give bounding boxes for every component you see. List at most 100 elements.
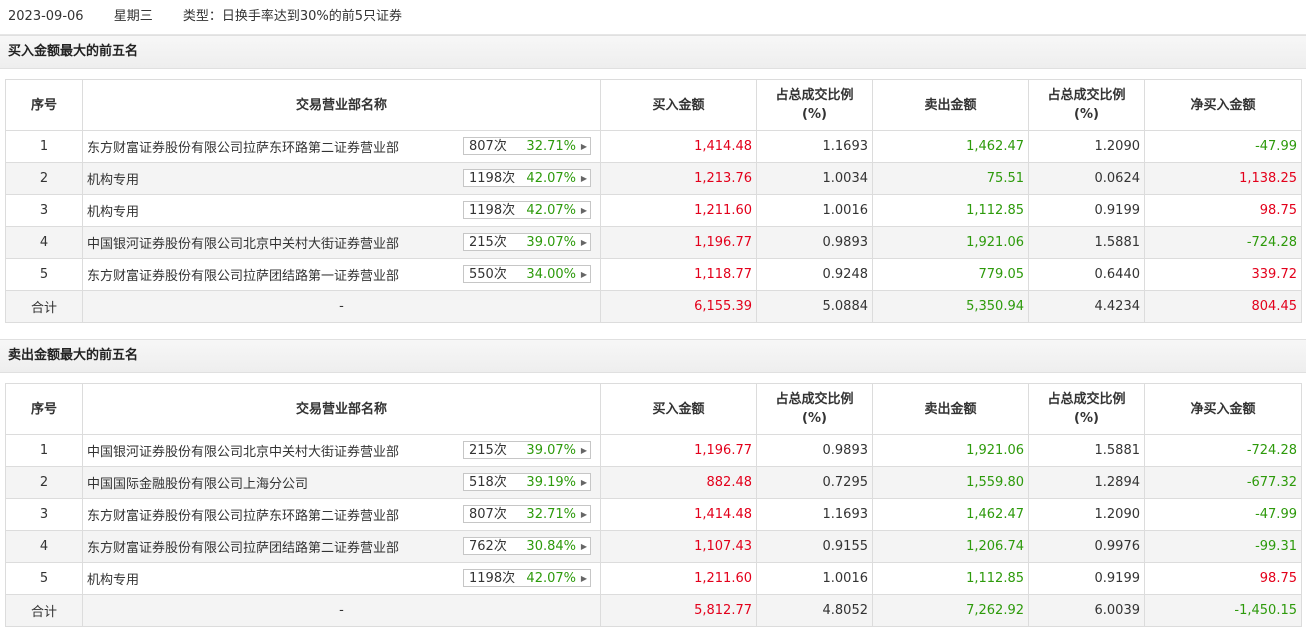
row-index: 2 (5, 466, 83, 499)
broker-stats-badge[interactable]: 1198次 42.07% ▶ (463, 169, 591, 187)
list-count: 518次 (469, 475, 507, 490)
net-buy-amount: -47.99 (1144, 498, 1302, 531)
net-buy-amount: 1,138.25 (1144, 162, 1302, 195)
table-row: 1 中国银河证券股份有限公司北京中关村大街证券营业部 215次 39.07% ▶ 1,19… (5, 434, 1302, 467)
buy-amount: 1,196.77 (600, 226, 757, 259)
sell-amount: 1,112.85 (872, 194, 1029, 227)
total-sell-amount: 7,262.92 (872, 594, 1029, 627)
buy-amount: 1,118.77 (600, 258, 757, 291)
buy-amount: 882.48 (600, 466, 757, 499)
total-sell-ratio: 4.4234 (1028, 290, 1145, 323)
list-count: 762次 (469, 539, 507, 554)
broker-stats-badge[interactable]: 518次 39.19% ▶ (463, 473, 591, 491)
col-net-buy: 净买入金额 (1144, 383, 1302, 435)
broker-stats-badge[interactable]: 762次 30.84% ▶ (463, 537, 591, 555)
total-label: 合计 (5, 290, 83, 323)
broker-stats-badge[interactable]: 215次 39.07% ▶ (463, 441, 591, 459)
col-broker-name: 交易营业部名称 (82, 383, 601, 435)
broker-cell: 机构专用 1198次 42.07% ▶ (82, 194, 601, 227)
win-rate: 32.71% (526, 139, 576, 154)
total-label: 合计 (5, 594, 83, 627)
sell-amount: 1,112.85 (872, 562, 1029, 595)
buy-ratio: 1.1693 (756, 130, 873, 163)
col-buy-ratio: 占总成交比例 (%) (756, 79, 873, 131)
sell-ratio: 0.9199 (1028, 194, 1145, 227)
sell-amount: 1,462.47 (872, 498, 1029, 531)
broker-name-link[interactable]: 中国银河证券股份有限公司北京中关村大街证券营业部 (87, 445, 399, 460)
win-rate: 42.07% (526, 203, 576, 218)
win-rate: 42.07% (526, 171, 576, 186)
sell-ratio: 1.5881 (1028, 226, 1145, 259)
buy-amount: 1,414.48 (600, 498, 757, 531)
buy-ratio: 0.9248 (756, 258, 873, 291)
broker-name-link[interactable]: 中国国际金融股份有限公司上海分公司 (87, 477, 308, 492)
broker-stats-badge[interactable]: 550次 34.00% ▶ (463, 265, 591, 283)
broker-cell: 东方财富证券股份有限公司拉萨团结路第二证券营业部 762次 30.84% ▶ (82, 530, 601, 563)
sell-ratio: 0.9976 (1028, 530, 1145, 563)
broker-name-link[interactable]: 东方财富证券股份有限公司拉萨东环路第二证券营业部 (87, 509, 399, 524)
broker-cell: 东方财富证券股份有限公司拉萨东环路第二证券营业部 807次 32.71% ▶ (82, 498, 601, 531)
win-rate: 39.19% (526, 475, 576, 490)
buy-amount: 1,211.60 (600, 562, 757, 595)
total-sell-amount: 5,350.94 (872, 290, 1029, 323)
sell-ratio: 1.2090 (1028, 498, 1145, 531)
broker-stats-badge[interactable]: 807次 32.71% ▶ (463, 137, 591, 155)
broker-name-link[interactable]: 机构专用 (87, 573, 139, 588)
broker-stats-badge[interactable]: 1198次 42.07% ▶ (463, 201, 591, 219)
broker-name-link[interactable]: 东方财富证券股份有限公司拉萨团结路第一证券营业部 (87, 269, 399, 284)
sell-ratio: 1.5881 (1028, 434, 1145, 467)
buy-ratio: 1.0016 (756, 562, 873, 595)
buy-amount: 1,213.76 (600, 162, 757, 195)
broker-name-link[interactable]: 东方财富证券股份有限公司拉萨东环路第二证券营业部 (87, 141, 399, 156)
broker-cell: 中国国际金融股份有限公司上海分公司 518次 39.19% ▶ (82, 466, 601, 499)
row-index: 1 (5, 434, 83, 467)
broker-stats-badge[interactable]: 215次 39.07% ▶ (463, 233, 591, 251)
total-buy-ratio: 4.8052 (756, 594, 873, 627)
win-rate: 30.84% (526, 539, 576, 554)
buy-amount: 1,211.60 (600, 194, 757, 227)
broker-name-link[interactable]: 东方财富证券股份有限公司拉萨团结路第二证券营业部 (87, 541, 399, 556)
total-buy-amount: 6,155.39 (600, 290, 757, 323)
sell-ratio: 1.2090 (1028, 130, 1145, 163)
broker-cell: 东方财富证券股份有限公司拉萨东环路第二证券营业部 807次 32.71% ▶ (82, 130, 601, 163)
buy-ratio: 0.9893 (756, 434, 873, 467)
broker-name-link[interactable]: 机构专用 (87, 205, 139, 220)
row-index: 3 (5, 194, 83, 227)
col-sell-ratio: 占总成交比例 (%) (1028, 383, 1145, 435)
trade-date: 2023-09-06 (8, 9, 84, 24)
net-buy-amount: -724.28 (1144, 226, 1302, 259)
col-buy-amount: 买入金额 (600, 79, 757, 131)
col-net-buy: 净买入金额 (1144, 79, 1302, 131)
broker-cell: 东方财富证券股份有限公司拉萨团结路第一证券营业部 550次 34.00% ▶ (82, 258, 601, 291)
win-rate: 34.00% (526, 267, 576, 282)
net-buy-amount: -99.31 (1144, 530, 1302, 563)
broker-name-link[interactable]: 中国银河证券股份有限公司北京中关村大街证券营业部 (87, 237, 399, 252)
total-sell-ratio: 6.0039 (1028, 594, 1145, 627)
list-count: 1198次 (469, 203, 516, 218)
buy-ratio: 0.9155 (756, 530, 873, 563)
broker-name-link[interactable]: 机构专用 (87, 173, 139, 188)
row-index: 4 (5, 530, 83, 563)
buy-amount: 1,414.48 (600, 130, 757, 163)
sell-ratio: 0.6440 (1028, 258, 1145, 291)
win-rate: 39.07% (526, 235, 576, 250)
total-net-buy: 804.45 (1144, 290, 1302, 323)
buy-section-title: 买入金额最大的前五名 (0, 35, 1306, 69)
broker-cell: 机构专用 1198次 42.07% ▶ (82, 162, 601, 195)
row-index: 2 (5, 162, 83, 195)
caret-right-icon: ▶ (580, 478, 587, 487)
broker-stats-badge[interactable]: 1198次 42.07% ▶ (463, 569, 591, 587)
broker-stats-badge[interactable]: 807次 32.71% ▶ (463, 505, 591, 523)
top-info-bar: 2023-09-06 星期三 类型：日换手率达到30%的前5只证券 (0, 0, 1306, 35)
col-buy-ratio: 占总成交比例 (%) (756, 383, 873, 435)
buy-ratio: 0.7295 (756, 466, 873, 499)
total-name: - (82, 290, 601, 323)
caret-right-icon: ▶ (580, 270, 587, 279)
sell-ratio: 1.2894 (1028, 466, 1145, 499)
table-row: 3 东方财富证券股份有限公司拉萨东环路第二证券营业部 807次 32.71% ▶ 1,41… (5, 498, 1302, 531)
caret-right-icon: ▶ (580, 142, 587, 151)
list-count: 1198次 (469, 171, 516, 186)
caret-right-icon: ▶ (580, 510, 587, 519)
buy-amount: 1,107.43 (600, 530, 757, 563)
sell-section-title: 卖出金额最大的前五名 (0, 339, 1306, 373)
